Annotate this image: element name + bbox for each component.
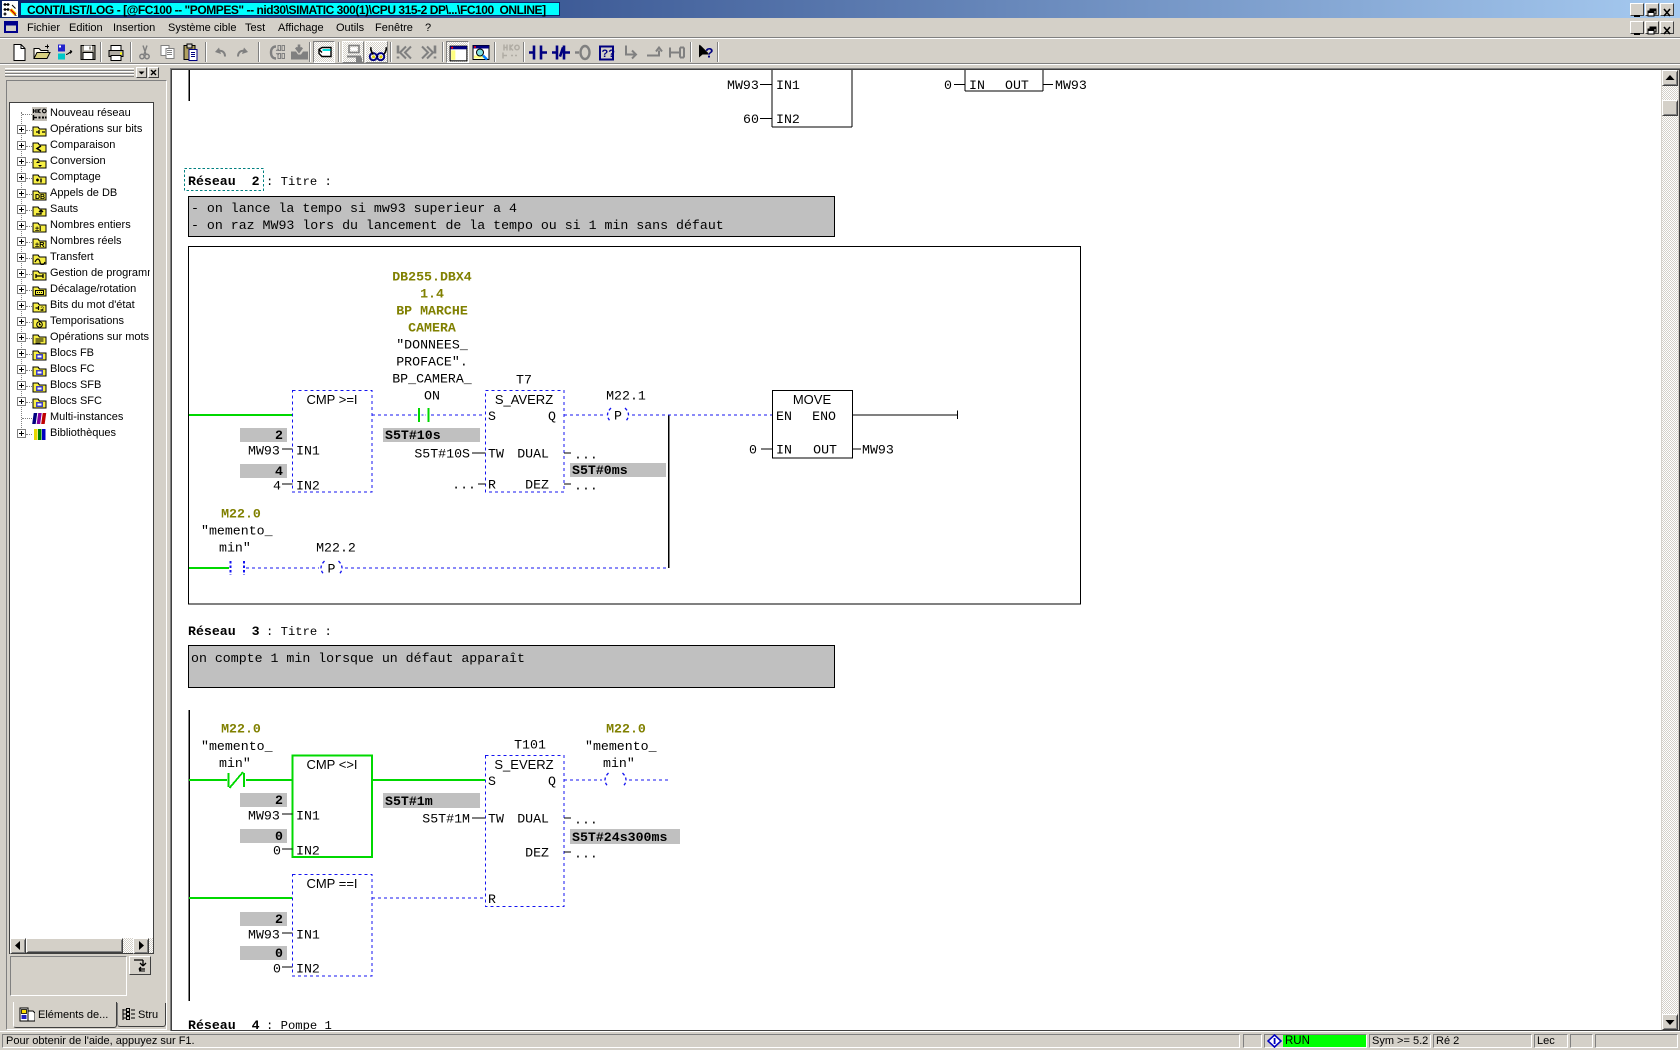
svg-text:- on lance la tempo si mw93 su: - on lance la tempo si mw93 superieur a … [191,201,517,216]
svg-text:M22.1: M22.1 [606,389,646,404]
svg-text:M22.2: M22.2 [316,541,356,556]
svg-text:CMP <>I: CMP <>I [306,757,357,772]
svg-text:M22.0: M22.0 [221,507,261,522]
svg-text:: Pompe 1: : Pompe 1 [266,1019,332,1030]
svg-text:IN2: IN2 [296,844,320,859]
svg-text:min": min" [219,756,251,771]
svg-text:Réseau 2: Réseau 2 [188,174,260,189]
svg-text:DB255.DBX4: DB255.DBX4 [392,270,472,285]
svg-text:MW93: MW93 [1055,78,1087,93]
svg-text:TW: TW [488,812,504,827]
svg-text:MW93: MW93 [727,78,759,93]
svg-text:IN1: IN1 [776,78,800,93]
svg-text:??: ?? [602,48,616,60]
svg-text:"memento_: "memento_ [585,739,657,754]
svg-text:DUAL: DUAL [517,812,549,827]
svg-text:MW93: MW93 [248,928,280,943]
svg-text:"DONNEES_: "DONNEES_ [396,338,468,353]
svg-text:IN2: IN2 [776,112,800,127]
svg-text:S5T#1m: S5T#1m [385,794,433,809]
svg-text:0: 0 [944,78,952,93]
svg-text:- on raz MW93 lors du lancemen: - on raz MW93 lors du lancement de la te… [191,218,724,233]
svg-text:BP MARCHE: BP MARCHE [396,304,468,319]
svg-text:...: ... [574,479,598,494]
svg-text:S_EVERZ: S_EVERZ [494,757,553,772]
svg-text:±I: ±I [35,224,41,233]
svg-text:0: 0 [273,844,281,859]
svg-text:...: ... [452,478,476,493]
svg-text:S5T#24s300ms: S5T#24s300ms [572,830,667,845]
svg-text:0: 0 [275,829,283,844]
svg-text:DEZ: DEZ [525,846,549,861]
svg-text:ON: ON [424,389,440,404]
svg-text:4: 4 [273,479,281,494]
svg-text:S5T#10s: S5T#10s [385,428,441,443]
svg-text:IN2: IN2 [296,962,320,977]
svg-text:Réseau 3: Réseau 3 [188,624,260,639]
svg-text:ENO: ENO [812,409,836,424]
svg-text:Q: Q [548,774,556,789]
svg-text:IN: IN [776,443,792,458]
svg-text:S_AVERZ: S_AVERZ [495,392,553,407]
svg-text:0: 0 [273,962,281,977]
svg-text:T101: T101 [514,738,546,753]
svg-text:0: 0 [749,443,757,458]
svg-text:MW93: MW93 [248,444,280,459]
svg-text:P: P [614,409,622,424]
svg-text:2: 2 [275,912,283,927]
svg-text:CMP >=I: CMP >=I [306,392,357,407]
svg-text:OUT: OUT [813,443,837,458]
svg-text:1.4: 1.4 [420,287,444,302]
svg-text:: Titre :: : Titre : [266,175,332,189]
svg-text:CAMERA: CAMERA [408,321,456,336]
svg-text:IN: IN [969,78,985,93]
svg-text:IN2: IN2 [296,479,320,494]
svg-text:"memento_: "memento_ [201,524,273,539]
svg-text:2: 2 [275,793,283,808]
svg-text:S5T#10S: S5T#10S [414,447,470,462]
svg-text:on compte 1 min lorsque un déf: on compte 1 min lorsque un défaut appara… [191,651,525,666]
svg-text:MW93: MW93 [248,809,280,824]
svg-text:P: P [328,562,336,577]
svg-text:IN1: IN1 [296,928,320,943]
svg-text:...: ... [574,813,598,828]
svg-text:±R: ±R [35,240,45,249]
svg-text:0: 0 [275,946,283,961]
svg-text:IN1: IN1 [296,444,320,459]
svg-text:...: ... [574,847,598,862]
svg-text:MOVE: MOVE [793,392,832,407]
svg-text:MW93: MW93 [862,443,894,458]
svg-text:DB: DB [35,194,45,201]
svg-text:BP_CAMERA_: BP_CAMERA_ [392,372,472,387]
svg-text:Réseau 4: Réseau 4 [188,1018,260,1030]
svg-text:60: 60 [743,112,759,127]
svg-text:OUT: OUT [1005,78,1029,93]
svg-text:"memento_: "memento_ [201,739,273,754]
svg-text:EN: EN [776,409,792,424]
svg-text:4: 4 [275,464,283,479]
svg-text:TW: TW [488,447,504,462]
svg-text:S5T#0ms: S5T#0ms [572,463,628,478]
svg-text:DUAL: DUAL [517,447,549,462]
svg-text:2: 2 [275,428,283,443]
svg-text:S: S [488,409,496,424]
svg-text:M22.0: M22.0 [221,722,261,737]
svg-text:min": min" [219,541,251,556]
svg-text:S5T#1M: S5T#1M [422,812,470,827]
svg-text:R: R [488,892,496,907]
svg-text:Q: Q [548,409,556,424]
svg-text:M22.0: M22.0 [606,722,646,737]
svg-text:R: R [488,478,496,493]
svg-text:DEZ: DEZ [525,478,549,493]
svg-text:T7: T7 [516,373,532,388]
svg-text:S: S [488,774,496,789]
svg-text:...: ... [574,448,598,463]
svg-text:PROFACE".: PROFACE". [396,355,468,370]
svg-text:IN1: IN1 [296,809,320,824]
svg-text:: Titre :: : Titre : [266,625,332,639]
svg-text:CMP ==I: CMP ==I [306,876,357,891]
svg-text:?: ? [705,45,714,61]
svg-text:min": min" [603,756,635,771]
